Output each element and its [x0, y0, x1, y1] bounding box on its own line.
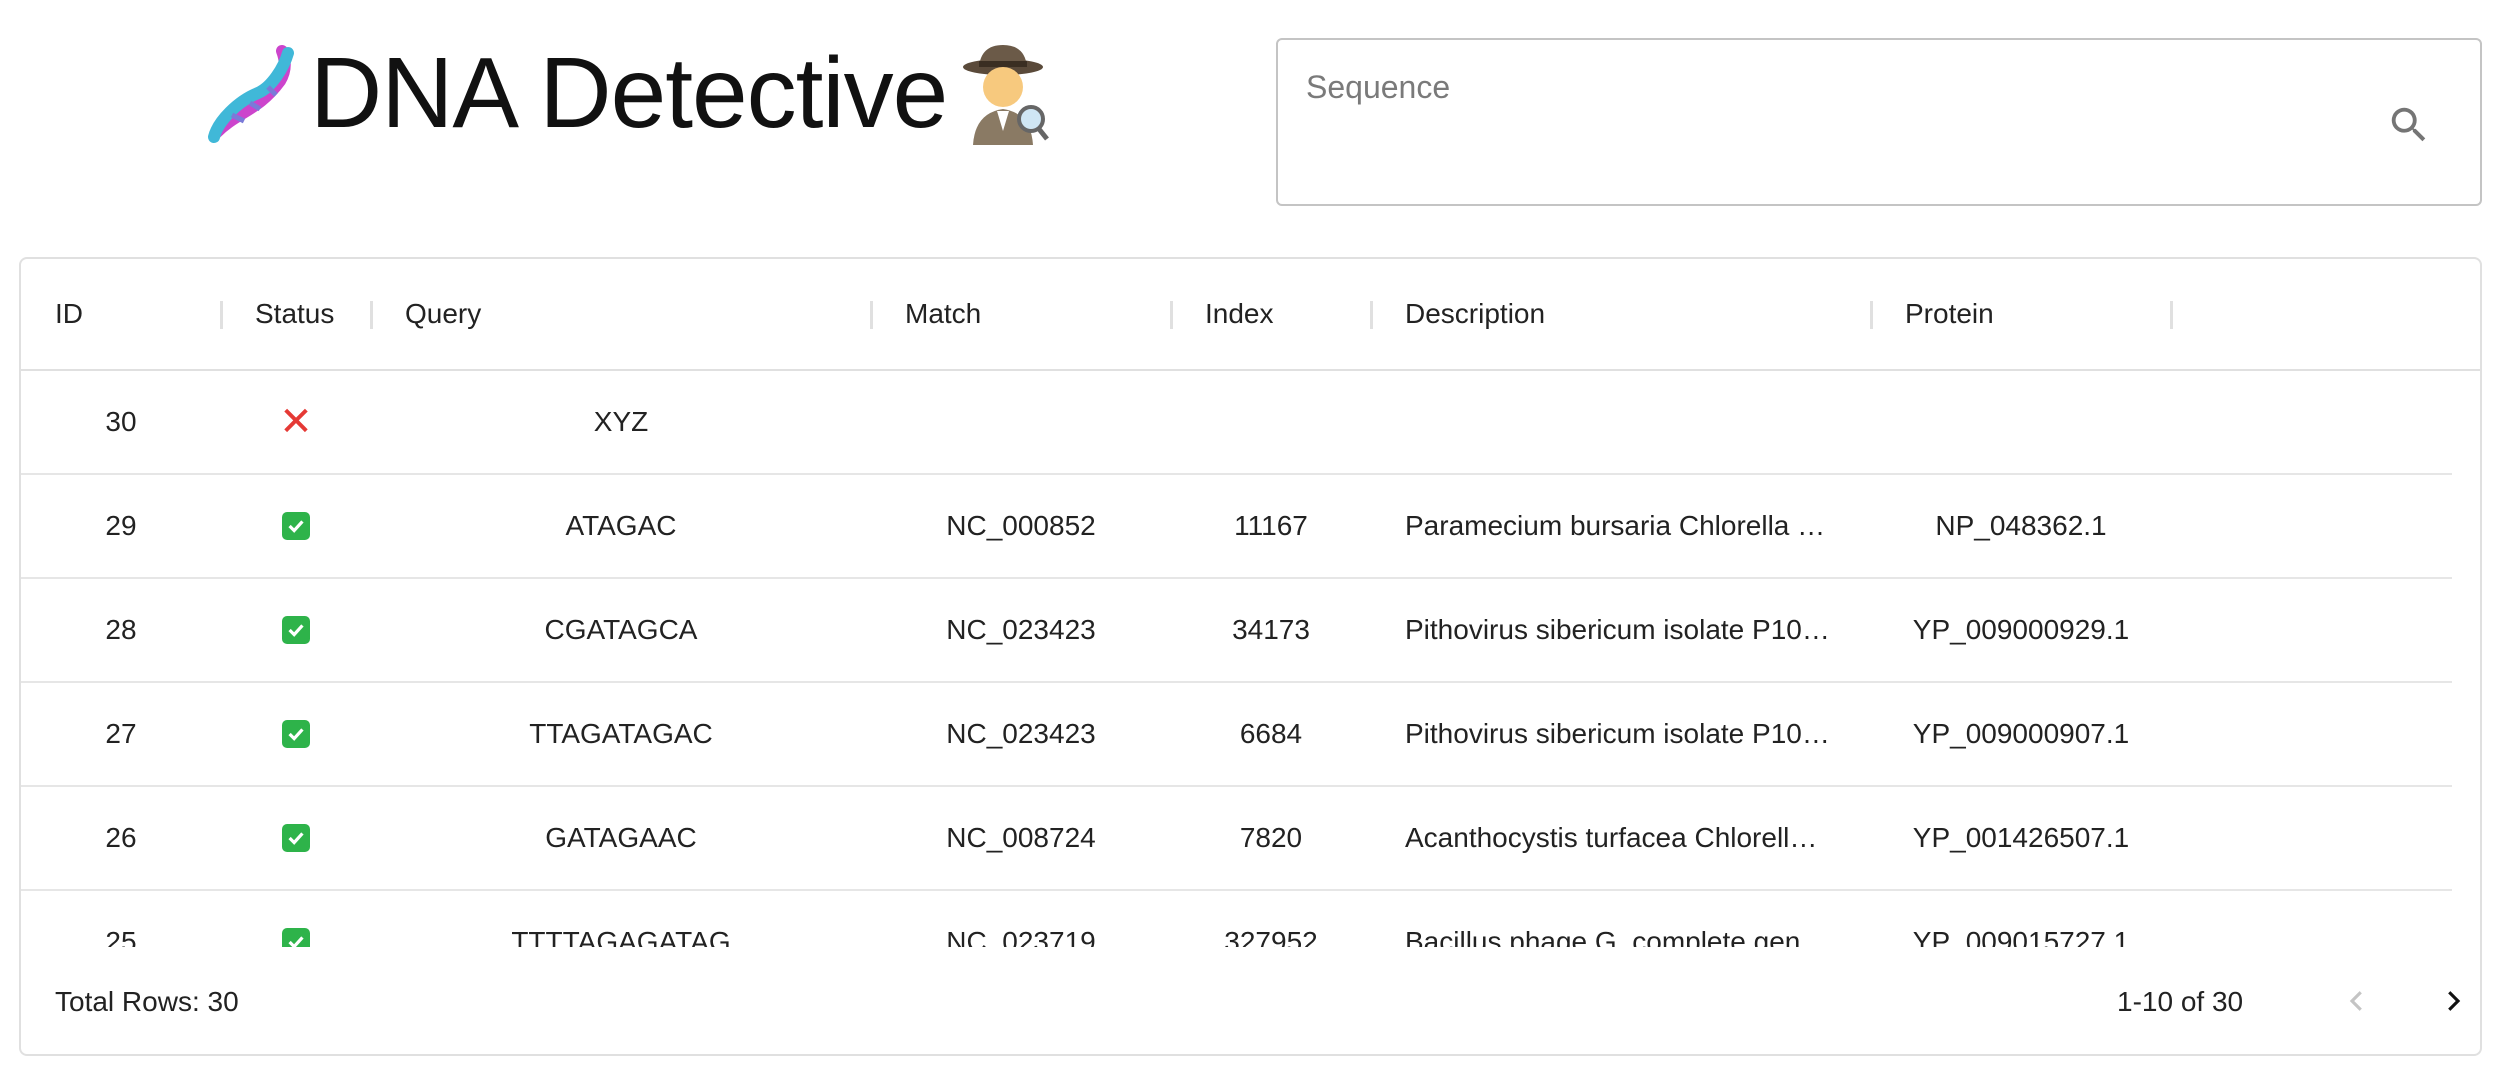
cell-status [221, 891, 371, 947]
search-icon[interactable] [2386, 102, 2432, 148]
cell-query: ATAGAC [565, 510, 677, 541]
column-header-protein[interactable]: Protein [1871, 259, 2171, 369]
cell-description: Acanthocystis turfacea Chlorell… [1371, 787, 1871, 889]
cell-index: 34173 [1232, 614, 1310, 645]
cell-status [221, 475, 371, 577]
column-header-id[interactable]: ID [21, 259, 221, 369]
cell-status: ✕ [221, 371, 371, 473]
check-icon [282, 616, 310, 644]
table-row[interactable]: 29 ATAGAC NC_000852 11167 Paramecium bur… [21, 475, 2452, 579]
total-rows-label: Total Rows: 30 [55, 985, 239, 1017]
chevron-right-icon [2448, 991, 2461, 1011]
check-icon [282, 928, 310, 947]
grid-footer: Total Rows: 30 1-10 of 30 [21, 947, 2480, 1054]
sequence-search-box [1276, 38, 2482, 206]
cell-id: 27 [105, 718, 137, 749]
cell-match: NC_023423 [946, 718, 1096, 749]
description-text: Paramecium bursaria Chlorella … [1405, 510, 1826, 541]
cell-query: CGATAGCA [544, 614, 698, 645]
sequence-search-input[interactable] [1304, 60, 2388, 114]
cell-query: XYZ [593, 406, 649, 437]
description-text: Pithovirus sibericum isolate P10… [1405, 614, 1830, 645]
cell-match: NC_023423 [946, 614, 1096, 645]
cell-description [1371, 371, 1871, 473]
cell-protein [1871, 371, 2171, 473]
table-row[interactable]: 30 ✕ XYZ [21, 371, 2452, 475]
cell-match: NC_023719 [946, 926, 1096, 947]
cell-status [221, 787, 371, 889]
cell-index: 327952 [1224, 926, 1318, 947]
cell-index: 11167 [1234, 510, 1308, 541]
cell-index [1171, 371, 1371, 473]
cell-description: Paramecium bursaria Chlorella … [1371, 475, 1871, 577]
cell-id: 29 [105, 510, 137, 541]
check-icon [282, 720, 310, 748]
column-header-status[interactable]: Status [221, 259, 371, 369]
table-row[interactable]: 27 TTAGATAGAC NC_023423 6684 Pithovirus … [21, 683, 2452, 787]
cell-query: GATAGAAC [545, 822, 697, 853]
column-header-match[interactable]: Match [871, 259, 1171, 369]
check-icon [282, 512, 310, 540]
cell-description: Bacillus phage G, complete gen… [1371, 891, 1871, 947]
description-text: Pithovirus sibericum isolate P10… [1405, 718, 1830, 749]
grid-rows: 30 ✕ XYZ 29 ATAGAC NC_000852 11167 Param… [21, 371, 2452, 947]
dna-icon [208, 45, 294, 143]
cell-protein: NP_048362.1 [1935, 510, 2107, 541]
cell-id: 28 [105, 614, 137, 645]
cell-description: Pithovirus sibericum isolate P10… [1371, 579, 1871, 681]
cell-id: 25 [105, 926, 137, 947]
cell-protein: YP_009000907.1 [1912, 718, 2130, 749]
cell-protein: YP_009015727.1 [1912, 926, 2130, 947]
column-header-description[interactable]: Description [1371, 259, 1871, 369]
description-text: Acanthocystis turfacea Chlorell… [1405, 822, 1818, 853]
cell-id: 30 [105, 406, 137, 437]
cell-protein: YP_001426507.1 [1912, 822, 2130, 853]
table-row[interactable]: 28 CGATAGCA NC_023423 34173 Pithovirus s… [21, 579, 2452, 683]
results-grid: ID Status Query Match Index Description … [19, 257, 2482, 1056]
cell-query: TTAGATAGAC [529, 718, 713, 749]
app-title-bar: DNA Detective [198, 36, 1051, 149]
check-icon [282, 824, 310, 852]
cell-match: NC_008724 [946, 822, 1096, 853]
cell-protein: YP_009000929.1 [1912, 614, 2130, 645]
next-page-button[interactable] [2429, 977, 2477, 1025]
cell-id: 26 [105, 822, 137, 853]
fail-icon: ✕ [279, 400, 313, 444]
previous-page-button[interactable] [2333, 977, 2381, 1025]
description-text: Bacillus phage G, complete gen… [1405, 926, 1829, 947]
column-header-index[interactable]: Index [1171, 259, 1371, 369]
grid-header: ID Status Query Match Index Description … [21, 259, 2480, 371]
cell-description: Pithovirus sibericum isolate P10… [1371, 683, 1871, 785]
chevron-left-icon [2349, 991, 2362, 1011]
cell-status [221, 579, 371, 681]
pagination-range: 1-10 of 30 [2117, 985, 2244, 1017]
cell-index: 7820 [1239, 822, 1303, 853]
column-separator[interactable] [2170, 301, 2173, 329]
table-row[interactable]: 25 TTTTAGAGATAG NC_023719 327952 Bacillu… [21, 891, 2452, 947]
cell-match [871, 371, 1171, 473]
cell-match: NC_000852 [946, 510, 1096, 541]
column-header-query[interactable]: Query [371, 259, 871, 369]
app-title: DNA Detective [310, 36, 948, 149]
detective-icon [963, 45, 1050, 145]
cell-index: 6684 [1239, 718, 1303, 749]
cell-query: TTTTAGAGATAG [511, 926, 731, 947]
table-row[interactable]: 26 GATAGAAC NC_008724 7820 Acanthocystis… [21, 787, 2452, 891]
cell-status [221, 683, 371, 785]
